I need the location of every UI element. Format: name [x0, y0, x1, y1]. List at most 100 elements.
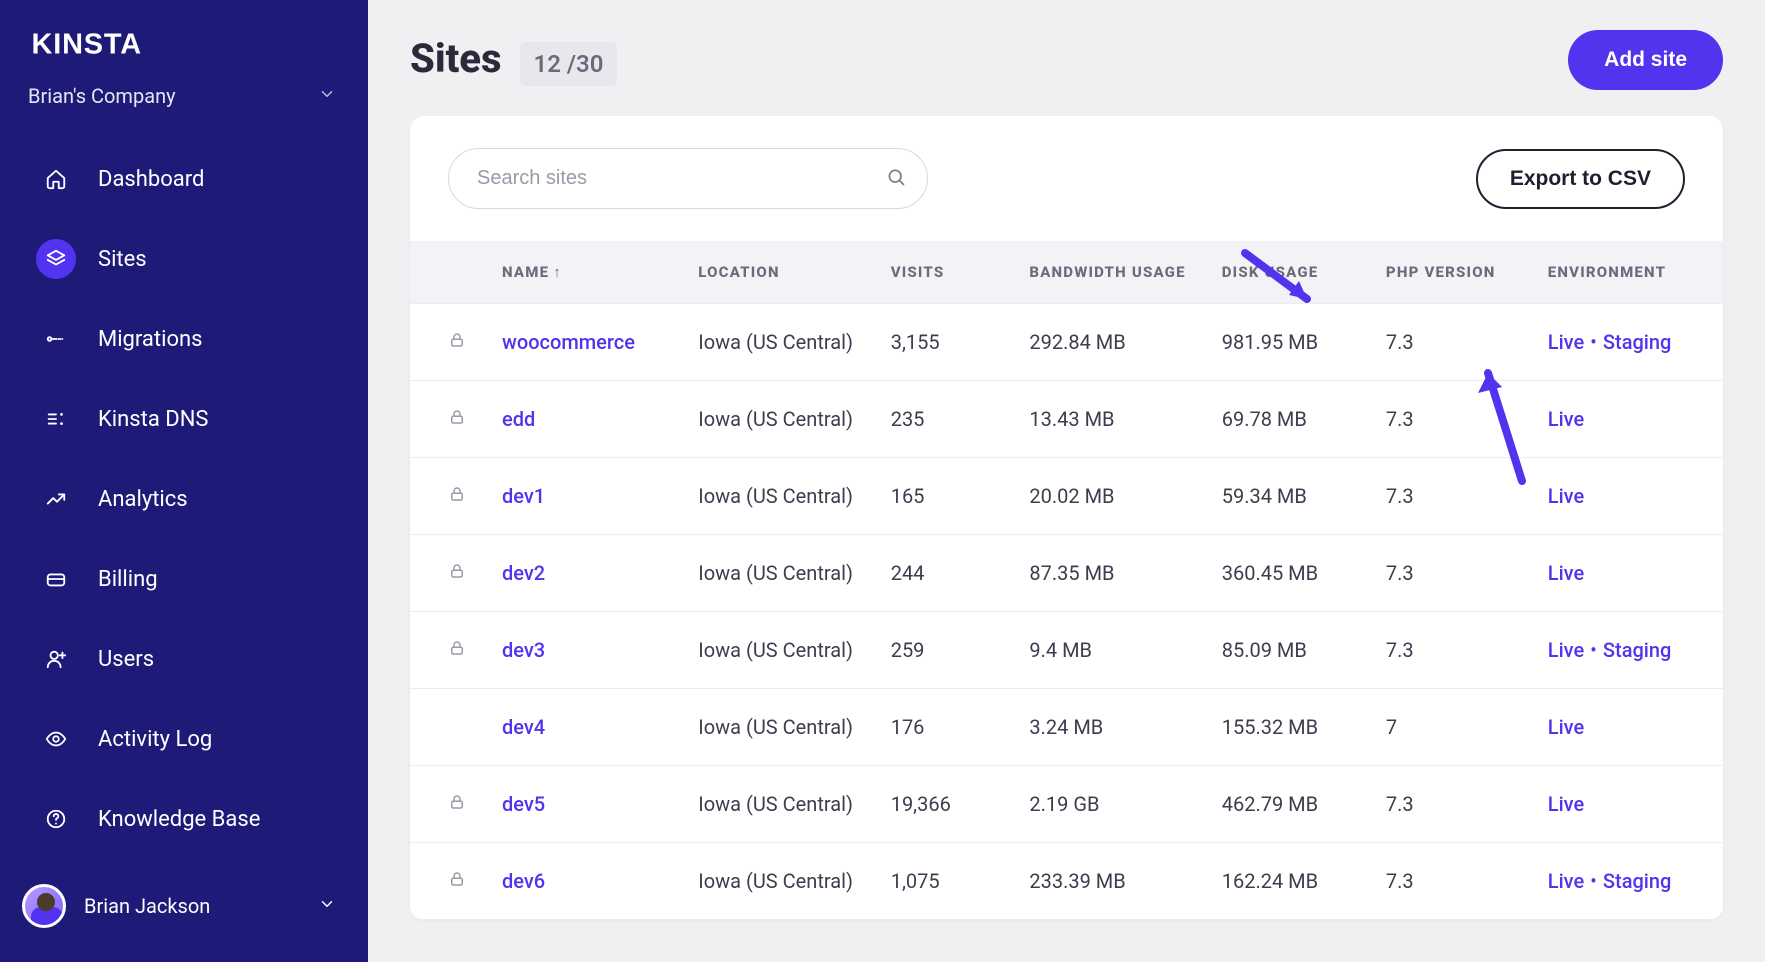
environment-link[interactable]: Live — [1548, 715, 1584, 739]
php-cell: 7.3 — [1368, 843, 1530, 920]
migrate-icon — [36, 319, 76, 359]
environment-link[interactable]: Staging — [1603, 869, 1671, 893]
php-cell: 7.3 — [1368, 535, 1530, 612]
sidebar-item-dashboard[interactable]: Dashboard — [18, 144, 350, 214]
bandwidth-cell: 20.02 MB — [1011, 458, 1203, 535]
billing-icon — [36, 559, 76, 599]
table-body: woocommerceIowa (US Central)3,155292.84 … — [410, 304, 1723, 920]
site-link[interactable]: dev1 — [502, 484, 545, 508]
location-cell: Iowa (US Central) — [680, 535, 872, 612]
company-switcher[interactable]: Brian's Company — [0, 84, 368, 144]
visits-cell: 235 — [873, 381, 1012, 458]
name-cell: woocommerce — [484, 304, 680, 381]
user-menu[interactable]: Brian Jackson — [0, 870, 368, 942]
lock-icon — [448, 407, 466, 431]
sidebar-item-activity[interactable]: Activity Log — [18, 704, 350, 774]
site-link[interactable]: dev4 — [502, 715, 545, 739]
export-csv-button[interactable]: Export to CSV — [1476, 149, 1685, 209]
col-visits-header[interactable]: VISITS — [873, 241, 1012, 304]
location-cell: Iowa (US Central) — [680, 458, 872, 535]
site-link[interactable]: dev6 — [502, 869, 545, 893]
environment-cell: Live•Staging — [1530, 304, 1723, 381]
col-bandwidth-header[interactable]: BANDWIDTH USAGE — [1011, 241, 1203, 304]
disk-cell: 981.95 MB — [1204, 304, 1368, 381]
php-cell: 7.3 — [1368, 304, 1530, 381]
environment-link[interactable]: Live — [1548, 407, 1584, 431]
bandwidth-cell: 2.19 GB — [1011, 766, 1203, 843]
sidebar-item-analytics[interactable]: Analytics — [18, 464, 350, 534]
col-env-header[interactable]: ENVIRONMENT — [1530, 241, 1723, 304]
help-icon — [36, 799, 76, 839]
home-icon — [36, 159, 76, 199]
site-link[interactable]: dev2 — [502, 561, 545, 585]
table-row[interactable]: dev2Iowa (US Central)24487.35 MB360.45 M… — [410, 535, 1723, 612]
visits-cell: 259 — [873, 612, 1012, 689]
disk-cell: 162.24 MB — [1204, 843, 1368, 920]
disk-cell: 462.79 MB — [1204, 766, 1368, 843]
sidebar-item-label: Knowledge Base — [98, 807, 260, 832]
location-cell: Iowa (US Central) — [680, 689, 872, 766]
separator: • — [1590, 638, 1597, 662]
col-php-header[interactable]: PHP VERSION — [1368, 241, 1530, 304]
environment-cell: Live — [1530, 458, 1723, 535]
environment-link[interactable]: Live — [1548, 638, 1584, 662]
site-link[interactable]: dev5 — [502, 792, 545, 816]
sites-table-wrap: NAME↑ LOCATION VISITS BANDWIDTH USAGE DI… — [410, 241, 1723, 920]
col-disk-header[interactable]: DISK USAGE — [1204, 241, 1368, 304]
site-link[interactable]: woocommerce — [502, 330, 635, 354]
site-link[interactable]: edd — [502, 407, 535, 431]
lock-cell — [410, 381, 484, 458]
lock-cell — [410, 766, 484, 843]
company-name: Brian's Company — [28, 84, 176, 108]
separator: • — [1590, 330, 1597, 354]
disk-cell: 85.09 MB — [1204, 612, 1368, 689]
site-count-badge: 12 /30 — [520, 42, 618, 86]
table-row[interactable]: dev5 Iowa (US Central)19,3662.19 GB462.79… — [410, 766, 1723, 843]
name-cell: dev3 — [484, 612, 680, 689]
topbar: Sites 12 /30 Add site — [368, 0, 1765, 116]
visits-cell: 19,366 — [873, 766, 1012, 843]
col-location-header[interactable]: LOCATION — [680, 241, 872, 304]
table-row[interactable]: eddIowa (US Central)23513.43 MB69.78 MB7… — [410, 381, 1723, 458]
environment-link[interactable]: Staging — [1603, 638, 1671, 662]
sidebar-item-label: Analytics — [98, 487, 188, 512]
sidebar-item-migrations[interactable]: Migrations — [18, 304, 350, 374]
sidebar-item-billing[interactable]: Billing — [18, 544, 350, 614]
bandwidth-cell: 233.39 MB — [1011, 843, 1203, 920]
environment-link[interactable]: Live — [1548, 561, 1584, 585]
svg-text:KINSTA: KINSTA — [32, 29, 142, 61]
table-row[interactable]: dev6Iowa (US Central)1,075233.39 MB162.2… — [410, 843, 1723, 920]
table-row[interactable]: dev4Iowa (US Central)1763.24 MB155.32 MB… — [410, 689, 1723, 766]
chevron-down-icon — [318, 895, 336, 917]
location-cell: Iowa (US Central) — [680, 612, 872, 689]
lock-cell — [410, 689, 484, 766]
table-row[interactable]: woocommerceIowa (US Central)3,155292.84 … — [410, 304, 1723, 381]
sidebar-item-users[interactable]: Users — [18, 624, 350, 694]
name-cell: dev4 — [484, 689, 680, 766]
sidebar-item-sites[interactable]: Sites — [18, 224, 350, 294]
environment-link[interactable]: Live — [1548, 484, 1584, 508]
environment-link[interactable]: Live — [1548, 792, 1584, 816]
environment-link[interactable]: Live — [1548, 330, 1584, 354]
table-row[interactable]: dev3Iowa (US Central)2599.4 MB85.09 MB7.… — [410, 612, 1723, 689]
col-lock-header — [410, 241, 484, 304]
lock-icon — [448, 330, 466, 354]
environment-link[interactable]: Staging — [1603, 330, 1671, 354]
visits-cell: 176 — [873, 689, 1012, 766]
table-row[interactable]: dev1Iowa (US Central)16520.02 MB59.34 MB… — [410, 458, 1723, 535]
lock-icon — [448, 638, 466, 662]
environment-cell: Live — [1530, 381, 1723, 458]
site-link[interactable]: dev3 — [502, 638, 545, 662]
sites-table: NAME↑ LOCATION VISITS BANDWIDTH USAGE DI… — [410, 241, 1723, 920]
visits-cell: 1,075 — [873, 843, 1012, 920]
location-cell: Iowa (US Central) — [680, 766, 872, 843]
environment-link[interactable]: Live — [1548, 869, 1584, 893]
php-cell: 7 — [1368, 689, 1530, 766]
trend-icon — [36, 479, 76, 519]
col-name-header[interactable]: NAME↑ — [484, 241, 680, 304]
search-input[interactable] — [448, 148, 928, 209]
sidebar-item-dns[interactable]: Kinsta DNS — [18, 384, 350, 454]
sidebar-item-label: Billing — [98, 567, 158, 592]
add-site-button[interactable]: Add site — [1568, 30, 1723, 90]
sidebar-item-kb[interactable]: Knowledge Base — [18, 784, 350, 854]
